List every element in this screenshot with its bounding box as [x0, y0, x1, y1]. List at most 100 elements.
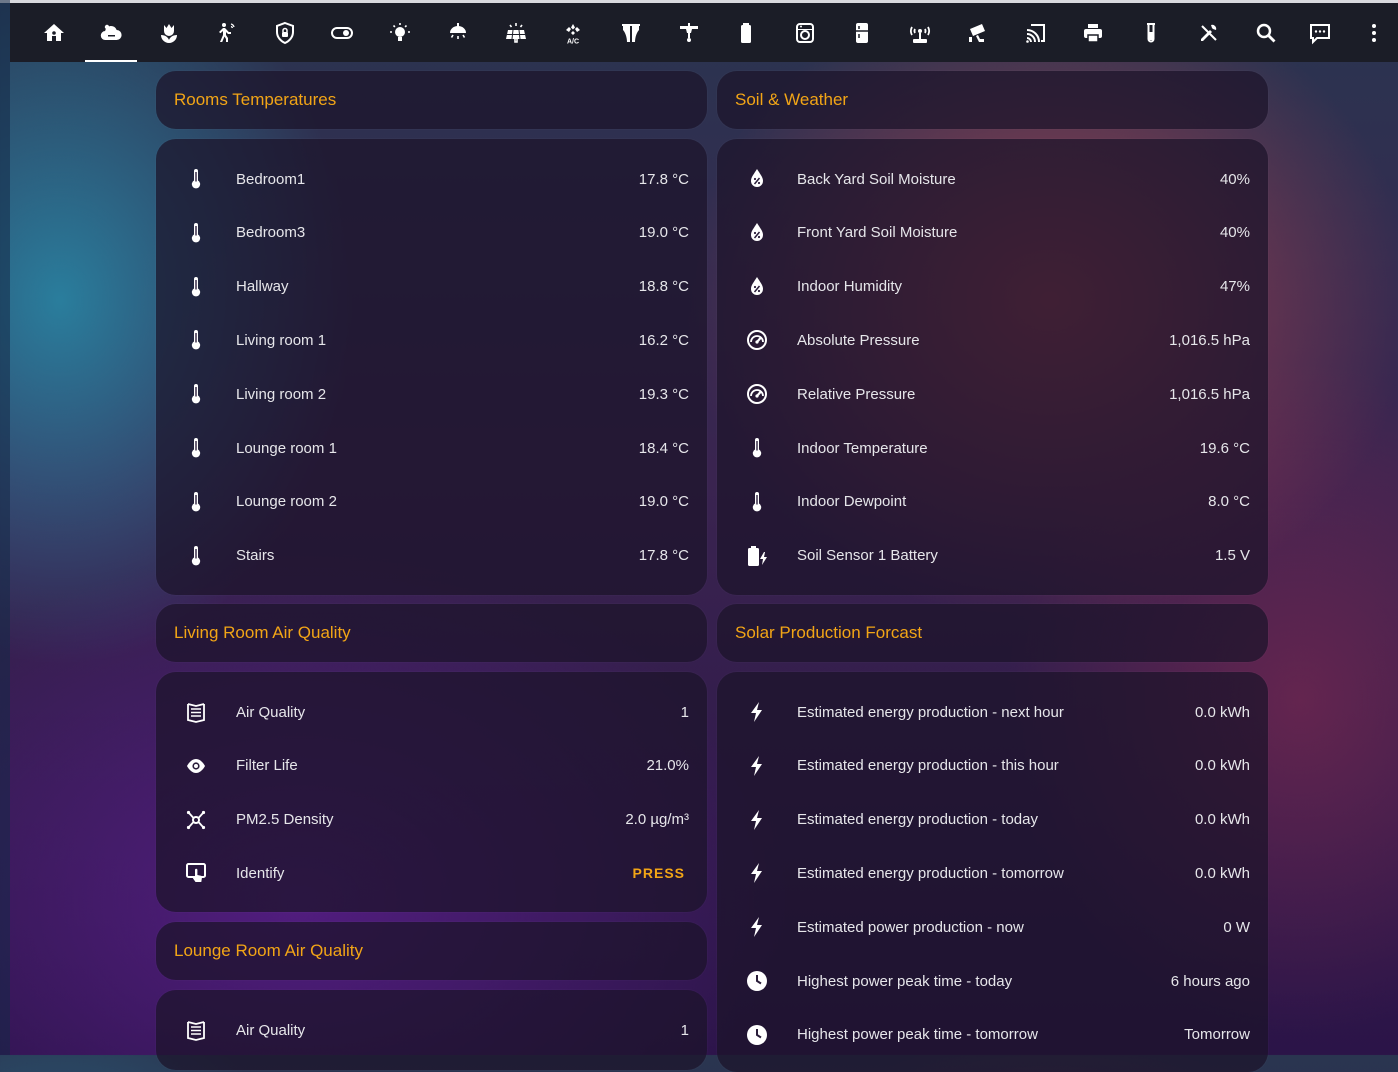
entity-row[interactable]: Relative Pressure 1,016.5 hPa [717, 367, 1268, 421]
lightbulb-icon [388, 21, 412, 45]
entity-row[interactable]: Identify PRESS [156, 846, 707, 900]
entity-row[interactable]: Indoor Temperature 19.6 °C [717, 421, 1268, 475]
thermometer-icon [182, 273, 210, 301]
tab-chat-message[interactable] [1294, 3, 1346, 62]
tab-weather-cloud[interactable] [85, 3, 137, 62]
entity-row[interactable]: Filter Life 21.0% [156, 739, 707, 793]
tab-ceiling-light[interactable] [432, 3, 484, 62]
tab-printer[interactable] [1067, 3, 1119, 62]
entity-name: Filter Life [236, 757, 298, 775]
entity-row[interactable]: Estimated energy production - today 0.0 k… [717, 793, 1268, 847]
entity-row[interactable]: Soil Sensor 1 Battery 1.5 V [717, 529, 1268, 583]
entity-state: 1,016.5 hPa [1169, 385, 1250, 403]
entity-state: 1.5 V [1214, 547, 1250, 565]
entity-name: Identify [236, 864, 285, 882]
living-air-quality-card: Air Quality 1 Filter Life 21.0% PM2.5 Densit… [156, 672, 707, 912]
entity-state: 0.0 kWh [1194, 703, 1250, 721]
entity-state: 47% [1219, 278, 1250, 296]
ceiling-fan-icon [677, 21, 701, 45]
thermometer-icon [182, 542, 210, 570]
entity-row[interactable]: Hallway 18.8 °C [156, 260, 707, 314]
air-filter-icon [182, 1016, 210, 1044]
tab-fridge[interactable] [836, 3, 888, 62]
entity-row[interactable]: Highest power peak time - tomorrow Tomorr… [717, 1008, 1268, 1062]
tab-washing-machine[interactable] [779, 3, 831, 62]
solar-forecast-card: Estimated energy production - next hour 0… [717, 672, 1268, 1072]
press-button[interactable]: PRESS [633, 865, 685, 881]
tab-home[interactable] [28, 3, 80, 62]
entity-row[interactable]: Estimated energy production - next hour 0… [717, 685, 1268, 739]
entity-row[interactable]: Highest power peak time - today 6 hours a… [717, 954, 1268, 1008]
entity-row[interactable]: Estimated power production - now 0 W [717, 900, 1268, 954]
entity-row[interactable]: Stairs 17.8 °C [156, 529, 707, 583]
tab-window-shutter[interactable] [605, 3, 657, 62]
entity-row[interactable]: Living room 1 16.2 °C [156, 313, 707, 367]
water-percent-icon [743, 273, 771, 301]
entity-name: Highest power peak time - today [797, 972, 1013, 990]
entity-state: 1 [680, 1021, 689, 1039]
air-conditioner-icon: A/C [561, 21, 585, 45]
flash-icon [743, 913, 771, 941]
entity-name: Bedroom1 [236, 170, 306, 188]
entity-state: 17.8 °C [638, 547, 689, 565]
entity-row[interactable]: Estimated energy production - tomorrow 0.… [717, 846, 1268, 900]
entity-state: 17.8 °C [638, 170, 689, 188]
entity-row[interactable]: Air Quality 1 [156, 685, 707, 739]
entity-name: Lounge room 1 [236, 439, 337, 457]
entity-name: Estimated energy production - tomorrow [797, 864, 1064, 882]
entity-row[interactable]: Back Yard Soil Moisture 40% [717, 152, 1268, 206]
entity-name: Estimated energy production - this hour [797, 757, 1059, 775]
entity-row[interactable]: Lounge room 1 18.4 °C [156, 421, 707, 475]
tab-solar-panel[interactable] [490, 3, 542, 62]
fridge-icon [850, 21, 874, 45]
entity-row[interactable]: Lounge room 2 19.0 °C [156, 475, 707, 529]
chat-message-icon [1308, 21, 1332, 45]
entity-row[interactable]: Indoor Humidity 47% [717, 260, 1268, 314]
entity-name: Stairs [236, 547, 275, 565]
tab-shield-lock[interactable] [259, 3, 311, 62]
tab-motion-sensor[interactable] [200, 3, 252, 62]
entity-name: Air Quality [236, 703, 306, 721]
weather-cloud-icon [99, 21, 123, 45]
thermometer-icon [182, 219, 210, 247]
entity-row[interactable]: Estimated energy production - this hour 0… [717, 739, 1268, 793]
tools-icon [1197, 21, 1221, 45]
tab-air-conditioner[interactable]: A/C [547, 3, 599, 62]
flash-icon [743, 698, 771, 726]
tab-flower[interactable] [143, 3, 195, 62]
entity-name: Front Yard Soil Moisture [797, 224, 958, 242]
tab-cctv[interactable] [952, 3, 1004, 62]
molecule-icon [182, 806, 210, 834]
tab-tools[interactable] [1183, 3, 1235, 62]
entity-state: 0.0 kWh [1194, 811, 1250, 829]
tab-lightbulb[interactable] [374, 3, 426, 62]
tab-search[interactable] [1240, 3, 1292, 62]
entity-state: 21.0% [646, 757, 689, 775]
entity-row[interactable]: Bedroom3 19.0 °C [156, 206, 707, 260]
tab-battery[interactable] [720, 3, 772, 62]
entity-row[interactable]: Bedroom1 17.8 °C [156, 152, 707, 206]
tab-ceiling-fan[interactable] [663, 3, 715, 62]
rooms-temperatures-header: Rooms Temperatures [156, 71, 707, 129]
entity-state: 8.0 °C [1208, 493, 1250, 511]
solar-forecast-header: Solar Production Forcast [717, 604, 1268, 662]
flash-icon [743, 859, 771, 887]
entity-row[interactable]: Front Yard Soil Moisture 40% [717, 206, 1268, 260]
entity-name: Living room 1 [236, 331, 327, 349]
router-wireless-icon [908, 21, 932, 45]
entity-state: 19.0 °C [638, 493, 689, 511]
entity-row[interactable]: PM2.5 Density 2.0 µg/m³ [156, 793, 707, 847]
entity-name: Bedroom3 [236, 224, 306, 242]
flash-icon [743, 752, 771, 780]
entity-row[interactable]: Indoor Dewpoint 8.0 °C [717, 475, 1268, 529]
tab-toggle-switch[interactable] [316, 3, 368, 62]
tab-cast[interactable] [1010, 3, 1062, 62]
entity-state: 19.0 °C [638, 224, 689, 242]
tab-test-tube[interactable] [1125, 3, 1177, 62]
entity-row[interactable]: Absolute Pressure 1,016.5 hPa [717, 313, 1268, 367]
entity-name: Living room 2 [236, 385, 327, 403]
tab-more-vertical[interactable] [1348, 3, 1398, 62]
entity-row[interactable]: Air Quality 1 [156, 1003, 707, 1057]
tab-router-wireless[interactable] [894, 3, 946, 62]
entity-row[interactable]: Living room 2 19.3 °C [156, 367, 707, 421]
